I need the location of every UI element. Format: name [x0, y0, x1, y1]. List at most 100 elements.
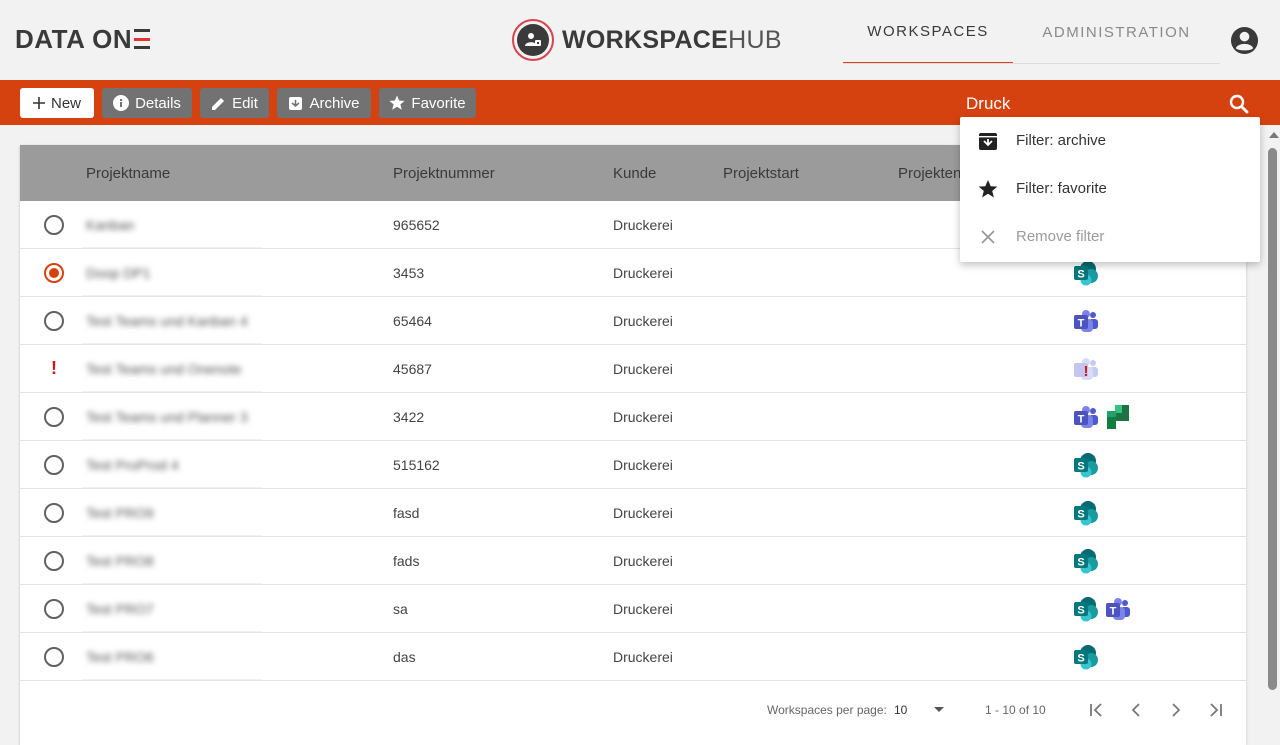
tab-administration[interactable]: ADMINISTRATION [1013, 0, 1220, 64]
sharepoint-icon[interactable]: S [1073, 452, 1099, 478]
brand-e-mark [134, 29, 151, 49]
per-page-select[interactable]: 10 [892, 701, 948, 719]
per-page-label: Workspaces per page: [767, 703, 887, 717]
svg-text:S: S [1077, 557, 1084, 569]
table-row[interactable]: Test PRO6 das Druckerei S [20, 633, 1246, 681]
page-scrollbar[interactable] [1266, 128, 1280, 720]
last-page-icon[interactable] [1204, 698, 1228, 722]
table-row[interactable]: Test PRO7 sa Druckerei S T [20, 585, 1246, 633]
customer: Druckerei [613, 457, 673, 473]
row-select-radio[interactable] [44, 263, 64, 283]
table-row[interactable]: Test Teams und Kanban 4 65464 Druckerei T [20, 297, 1246, 345]
favorite-button[interactable]: Favorite [379, 88, 476, 118]
app-icons: ST [1073, 596, 1131, 622]
data-one-logo: DATA ON [15, 24, 151, 55]
archive-button[interactable]: Archive [277, 88, 371, 118]
pencil-icon [212, 97, 225, 110]
chevron-down-icon [934, 707, 944, 712]
table-row[interactable]: Test ProProd 4 515162 Druckerei S [20, 441, 1246, 489]
close-icon [981, 230, 995, 244]
project-name: Test Teams und Planner 3 [86, 409, 248, 425]
search-icon[interactable] [1229, 94, 1249, 114]
search-field[interactable] [960, 89, 1260, 119]
per-page-value: 10 [894, 703, 908, 717]
row-select-radio[interactable] [44, 599, 64, 619]
project-name: Test Teams und Onenote [86, 361, 242, 377]
archive-icon [289, 96, 303, 110]
app-icons: S [1073, 644, 1099, 670]
column-projektname[interactable]: Projektname [86, 165, 170, 182]
customer: Druckerei [613, 649, 673, 665]
next-page-icon[interactable] [1164, 698, 1188, 722]
customer: Druckerei [613, 553, 673, 569]
row-select-radio[interactable] [44, 503, 64, 523]
logo-text: WORKSPACEHUB [562, 25, 782, 54]
row-select-radio[interactable] [44, 455, 64, 475]
row-select-radio[interactable] [44, 215, 64, 235]
sharepoint-icon[interactable]: S [1073, 260, 1099, 286]
customer: Druckerei [613, 313, 673, 329]
project-number: fasd [393, 505, 420, 521]
svg-text:T: T [1078, 414, 1085, 426]
row-select-radio[interactable] [44, 551, 64, 571]
project-number: 965652 [393, 217, 440, 233]
project-name: Test PRO9 [86, 505, 154, 521]
row-select-radio[interactable] [44, 407, 64, 427]
sharepoint-icon[interactable]: S [1073, 500, 1099, 526]
row-select-radio[interactable] [44, 647, 64, 667]
nav-divider [843, 63, 1220, 64]
svg-text:S: S [1077, 509, 1084, 521]
svg-text:S: S [1077, 605, 1084, 617]
sharepoint-icon[interactable]: S [1073, 548, 1099, 574]
star-icon [978, 180, 998, 198]
scroll-up-arrow[interactable] [1269, 132, 1279, 138]
remove-filter-option[interactable]: Remove filter [960, 213, 1260, 261]
column-projektnummer[interactable]: Projektnummer [393, 165, 495, 182]
account-icon[interactable] [1230, 26, 1259, 55]
previous-page-icon[interactable] [1124, 698, 1148, 722]
sharepoint-icon[interactable]: S [1073, 644, 1099, 670]
column-projektstart[interactable]: Projektstart [723, 165, 799, 182]
app-icons: T [1073, 404, 1131, 430]
search-input[interactable] [966, 92, 1216, 116]
filter-archive-option[interactable]: Filter: archive [960, 117, 1260, 165]
teams-warning-icon[interactable]: ! [1073, 356, 1099, 382]
teams-icon[interactable]: T [1073, 308, 1099, 334]
column-kunde[interactable]: Kunde [613, 165, 656, 182]
plus-icon [32, 97, 45, 109]
teams-icon[interactable]: T [1105, 596, 1131, 622]
filter-favorite-option[interactable]: Filter: favorite [960, 165, 1260, 213]
customer: Druckerei [613, 409, 673, 425]
project-name: Test PRO6 [86, 649, 154, 665]
app-header: DATA ON WORKSPACEHUB WORKSPACES ADMINIST… [0, 0, 1280, 80]
app-icons: ! [1073, 356, 1099, 382]
table-row[interactable]: Test PRO9 fasd Druckerei S [20, 489, 1246, 537]
project-name: Doop DP1 [86, 265, 151, 281]
svg-text:S: S [1077, 653, 1084, 665]
page-range: 1 - 10 of 10 [985, 703, 1046, 717]
workspacehub-logo: WORKSPACEHUB [512, 19, 782, 61]
first-page-icon[interactable] [1084, 698, 1108, 722]
details-button[interactable]: Details [102, 88, 192, 118]
customer: Druckerei [613, 505, 673, 521]
customer: Druckerei [613, 265, 673, 281]
planner-icon[interactable] [1105, 404, 1131, 430]
main-nav: WORKSPACES ADMINISTRATION [843, 0, 1220, 64]
new-button[interactable]: New [20, 88, 94, 118]
sharepoint-icon[interactable]: S [1073, 596, 1099, 622]
table-row[interactable]: Test Teams und Planner 3 3422 Druckerei T [20, 393, 1246, 441]
project-number: fads [393, 553, 420, 569]
scroll-thumb[interactable] [1268, 148, 1277, 690]
teams-icon[interactable]: T [1073, 404, 1099, 430]
search-filter-dropdown: Filter: archive Filter: favorite Remove … [960, 117, 1260, 262]
table-footer: Workspaces per page: 10 1 - 10 of 10 [20, 681, 1246, 737]
tab-workspaces[interactable]: WORKSPACES [843, 0, 1013, 64]
table-row[interactable]: Test PRO8 fads Druckerei S [20, 537, 1246, 585]
workspacehub-logo-icon [512, 19, 554, 61]
app-icons: S [1073, 500, 1099, 526]
project-number: 45687 [393, 361, 432, 377]
edit-button[interactable]: Edit [200, 88, 269, 118]
table-row[interactable]: ! Test Teams und Onenote 45687 Druckerei! [20, 345, 1246, 393]
project-name: Test PRO7 [86, 601, 154, 617]
row-select-radio[interactable] [44, 311, 64, 331]
